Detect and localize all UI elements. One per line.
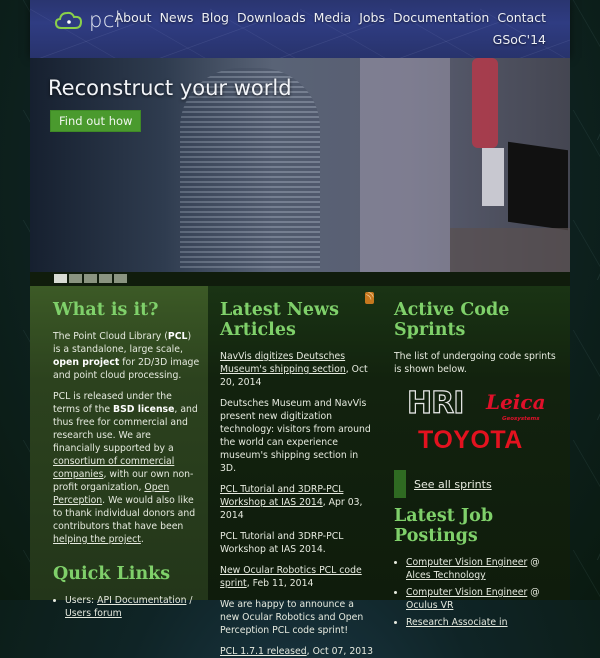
nav-news[interactable]: News — [160, 10, 194, 25]
slide-dot-5[interactable] — [114, 274, 127, 283]
news-item: PCL Tutorial and 3DRP-PCL Workshop at IA… — [220, 483, 374, 556]
hero-image-wall — [360, 58, 450, 272]
news-heading: Latest News Articles — [220, 300, 339, 340]
job-item: Computer Vision Engineer @ Oculus VR — [406, 586, 562, 612]
news-link[interactable]: PCL 1.7.1 released — [220, 646, 307, 657]
what-is-it-license: PCL is released under the terms of the B… — [53, 391, 198, 545]
sprints-description: The list of undergoing code sprints is s… — [394, 351, 556, 375]
news-column: Latest News Articles NavVis digitizes De… — [208, 286, 386, 657]
see-all-sprints: See all sprints — [394, 470, 562, 498]
nav-media[interactable]: Media — [314, 10, 352, 25]
hri-logo[interactable]: HRI — [406, 385, 465, 421]
slide-dot-4[interactable] — [99, 274, 112, 283]
helping-project-link[interactable]: helping the project — [53, 534, 141, 545]
jobs-heading: Latest Job Postings — [394, 506, 494, 546]
job-item: Research Associate in — [406, 616, 562, 629]
quick-link-item: Users: API Documentation / Users forum — [65, 594, 208, 620]
hero-slider: Reconstruct your world Find out how — [30, 58, 570, 272]
rss-feed-icon[interactable] — [365, 292, 374, 304]
logo[interactable]: pcl — [54, 8, 121, 32]
sprints-column: Active Code Sprints The list of undergoi… — [386, 286, 570, 628]
site-header: pcl About News Blog Downloads Media Jobs… — [30, 0, 570, 58]
users-forum-link[interactable]: Users forum — [65, 608, 122, 619]
slider-pagination — [30, 272, 570, 286]
toyota-logo[interactable]: TOYOTA — [418, 426, 523, 455]
content-columns: What is it? The Point Cloud Library (PCL… — [30, 286, 570, 657]
what-is-it-heading: What is it? — [53, 300, 159, 320]
nav-blog[interactable]: Blog — [201, 10, 229, 25]
api-documentation-link[interactable]: API Documentation — [97, 595, 186, 606]
job-company-link[interactable]: Alces Technology — [406, 570, 486, 581]
slide-dot-2[interactable] — [69, 274, 82, 283]
job-role-link[interactable]: Computer Vision Engineer — [406, 587, 527, 598]
hero-image-red-object — [472, 58, 498, 148]
leica-logo[interactable]: Leica — [486, 390, 546, 414]
sprints-heading: Active Code Sprints — [394, 300, 510, 340]
slide-dot-3[interactable] — [84, 274, 97, 283]
main-nav: About News Blog Downloads Media Jobs Doc… — [115, 10, 546, 25]
job-item: Computer Vision Engineer @ Alces Technol… — [406, 556, 562, 582]
jobs-list: Computer Vision Engineer @ Alces Technol… — [394, 556, 562, 629]
news-item: New Ocular Robotics PCL code sprint, Feb… — [220, 564, 374, 637]
hero-title: Reconstruct your world — [48, 76, 292, 100]
slide-dot-1[interactable] — [54, 274, 67, 283]
job-role-link[interactable]: Computer Vision Engineer — [406, 557, 527, 568]
nav-downloads[interactable]: Downloads — [237, 10, 306, 25]
cloud-logo-icon — [54, 11, 83, 29]
accent-bar — [394, 470, 406, 498]
job-company-link[interactable]: Oculus VR — [406, 600, 453, 611]
news-summary: Deutsches Museum and NavVis present new … — [220, 398, 371, 474]
nav-documentation[interactable]: Documentation — [393, 10, 489, 25]
leica-subtitle: Geosystems — [502, 416, 540, 422]
what-is-it-intro: The Point Cloud Library (PCL) is a stand… — [53, 331, 200, 381]
job-role-link[interactable]: Research Associate in — [406, 617, 508, 628]
nav-about[interactable]: About — [115, 10, 152, 25]
quick-links-heading: Quick Links — [53, 564, 171, 584]
hero-image-shadow — [508, 141, 568, 231]
sponsor-logos: HRI Leica Geosystems TOYOTA — [394, 384, 562, 464]
news-item: NavVis digitizes Deutsches Museum's ship… — [220, 350, 374, 475]
find-out-how-button[interactable]: Find out how — [50, 110, 142, 132]
quick-links-list: Users: API Documentation / Users forum — [53, 594, 208, 620]
nav-jobs[interactable]: Jobs — [359, 10, 385, 25]
nav-contact[interactable]: Contact — [497, 10, 546, 25]
hero-image-desk — [450, 228, 570, 272]
news-summary: PCL Tutorial and 3DRP-PCL Workshop at IA… — [220, 531, 344, 555]
news-item: PCL 1.7.1 released, Oct 07, 2013 — [220, 646, 373, 657]
news-link[interactable]: NavVis digitizes Deutsches Museum's ship… — [220, 351, 346, 375]
hero-image-monitor — [482, 148, 504, 206]
nav-gsoc[interactable]: GSoC'14 — [493, 32, 546, 47]
news-summary: We are happy to announce a new Ocular Ro… — [220, 599, 364, 636]
what-is-it-column: What is it? The Point Cloud Library (PCL… — [30, 286, 208, 619]
see-all-sprints-link[interactable]: See all sprints — [414, 478, 492, 491]
